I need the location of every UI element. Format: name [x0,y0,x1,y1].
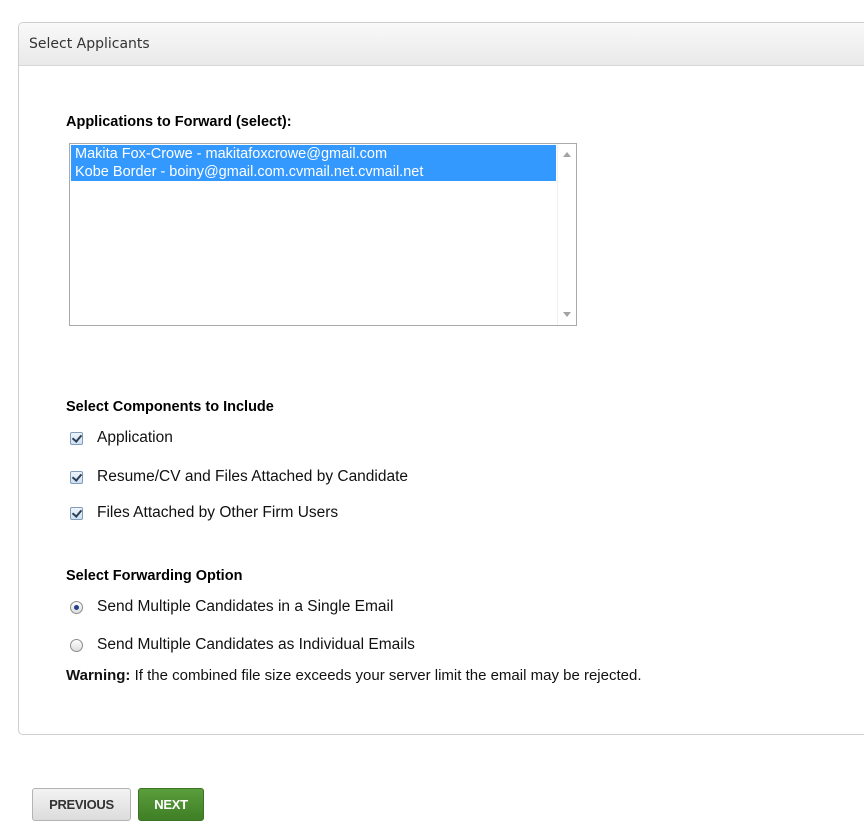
forwarding-option-single-email[interactable]: Send Multiple Candidates in a Single Ema… [70,598,393,616]
size-warning: Warning: If the combined file size excee… [66,667,642,684]
component-option-resume[interactable]: Resume/CV and Files Attached by Candidat… [70,468,408,486]
listbox-options: Makita Fox-Crowe - makitafoxcrowe@gmail.… [71,145,556,181]
radio-single-email[interactable] [70,600,83,614]
radio-selected-dot-icon [74,604,79,610]
component-label: Files Attached by Other Firm Users [97,504,339,521]
checkmark-icon [71,506,83,518]
checkbox-resume[interactable] [70,470,83,484]
warning-label: Warning: [66,667,131,684]
previous-button[interactable]: PREVIOUS [32,788,131,821]
checkmark-icon [71,431,83,443]
checkmark-icon [71,470,83,482]
forwarding-heading: Select Forwarding Option [66,568,243,584]
next-button[interactable]: NEXT [138,788,204,821]
forwarding-label: Send Multiple Candidates as Individual E… [97,636,415,653]
list-option-applicant[interactable]: Makita Fox-Crowe - makitafoxcrowe@gmail.… [71,145,556,163]
scroll-up-arrow-icon[interactable] [563,152,571,157]
component-label: Resume/CV and Files Attached by Candidat… [97,468,409,485]
applications-listbox[interactable]: Makita Fox-Crowe - makitafoxcrowe@gmail.… [69,143,577,326]
components-heading: Select Components to Include [66,399,274,415]
warning-text: If the combined file size exceeds your s… [130,667,642,684]
component-label: Application [97,429,173,446]
forwarding-label: Send Multiple Candidates in a Single Ema… [97,598,394,615]
component-option-firm-files[interactable]: Files Attached by Other Firm Users [70,504,338,522]
listbox-scrollbar[interactable] [557,144,576,325]
scroll-down-arrow-icon[interactable] [563,312,571,317]
applications-heading: Applications to Forward (select): [66,114,292,130]
panel-title: Select Applicants [19,23,864,66]
checkbox-application[interactable] [70,431,83,445]
radio-individual-emails[interactable] [70,638,83,652]
list-option-applicant[interactable]: Kobe Border - boiny@gmail.com.cvmail.net… [71,163,556,181]
checkbox-firm-files[interactable] [70,506,83,520]
component-option-application[interactable]: Application [70,429,173,447]
forwarding-option-individual-emails[interactable]: Send Multiple Candidates as Individual E… [70,636,415,654]
